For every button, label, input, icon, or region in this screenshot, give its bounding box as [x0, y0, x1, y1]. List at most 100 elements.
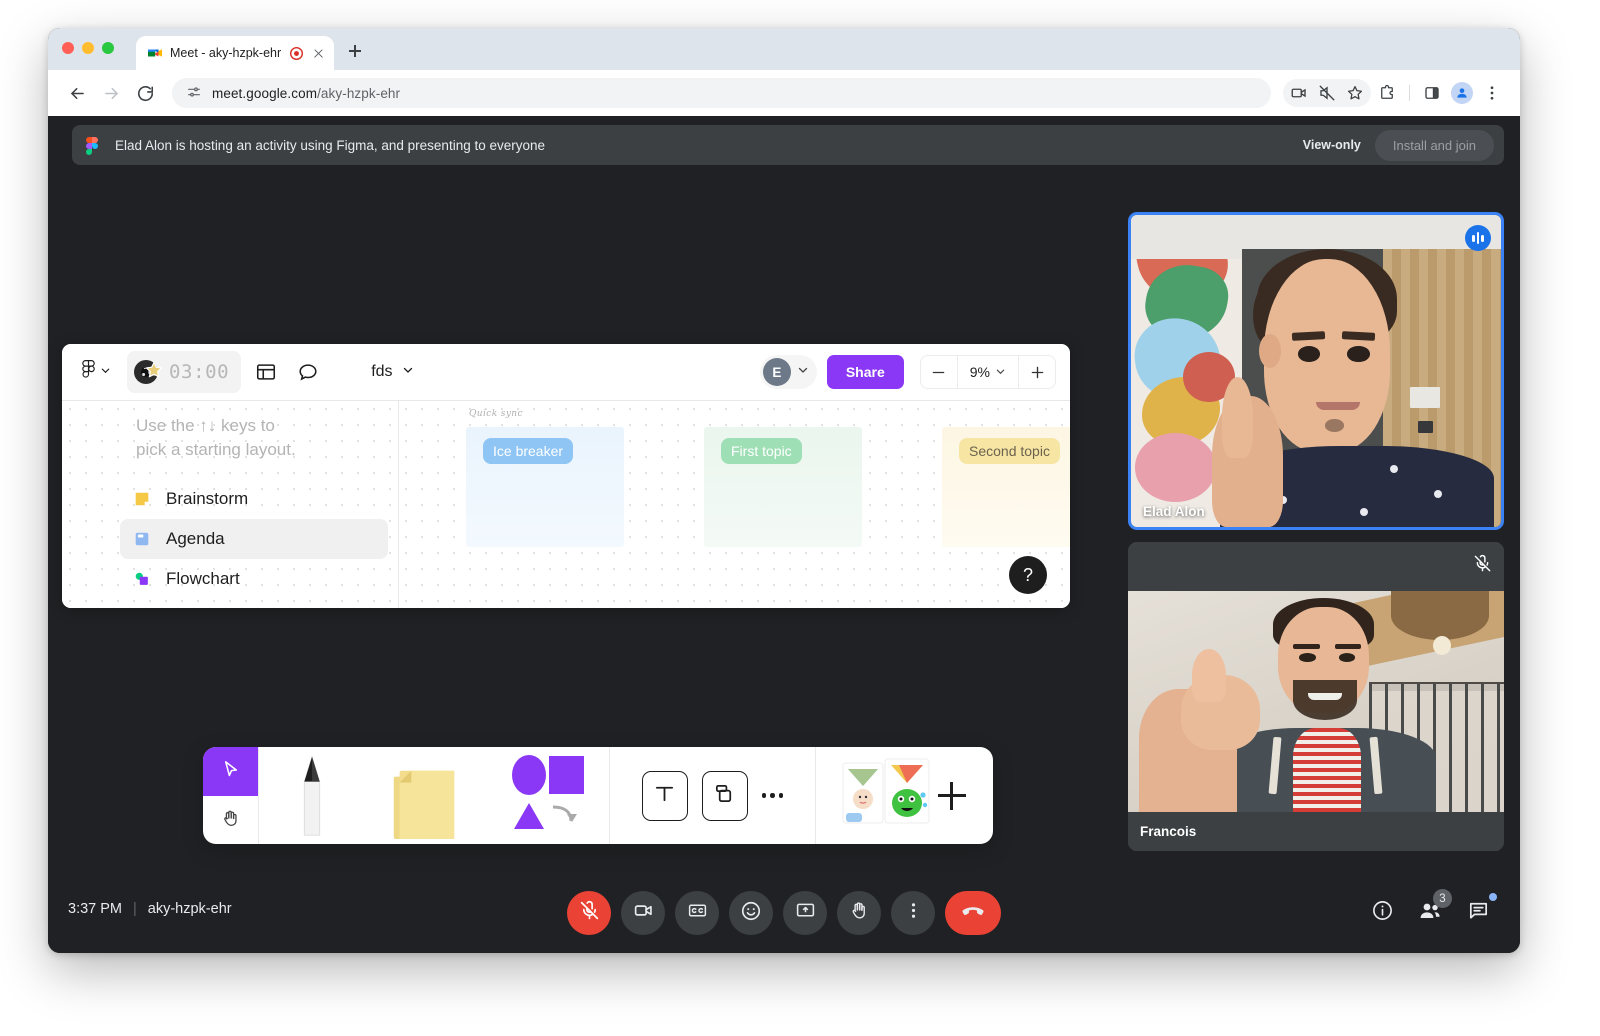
camera-button[interactable]	[621, 891, 665, 935]
raise-hand-button[interactable]	[837, 891, 881, 935]
close-icon[interactable]	[311, 46, 326, 61]
present-button[interactable]	[783, 891, 827, 935]
recording-indicator-icon[interactable]	[289, 46, 304, 61]
media-controls-pill	[1283, 79, 1371, 107]
microphone-button[interactable]	[567, 891, 611, 935]
info-circle-icon	[1371, 899, 1394, 927]
layout-item-flowchart[interactable]: Flowchart	[120, 559, 388, 599]
meeting-code: aky-hzpk-ehr	[147, 901, 232, 917]
captions-button[interactable]	[675, 891, 719, 935]
current-time: 3:37 PM	[68, 901, 122, 917]
layout-item-brainstorm[interactable]: Brainstorm	[120, 479, 388, 519]
browser-tab[interactable]: Meet - aky-hzpk-ehr	[136, 36, 334, 70]
layout-item-label: Flowchart	[166, 569, 240, 588]
flowchart-shapes-icon	[132, 569, 152, 589]
install-and-join-button[interactable]: Install and join	[1374, 129, 1494, 161]
mic-off-icon	[579, 900, 600, 926]
separator: |	[133, 901, 137, 917]
activity-notification-message: Elad Alon is hosting an activity using F…	[115, 137, 546, 153]
stickers-icon[interactable]	[841, 757, 933, 834]
minimize-window-button[interactable]	[82, 42, 94, 54]
bookmark-star-icon[interactable]	[1341, 79, 1369, 107]
layout-item-bug-bash[interactable]: Bug bash	[120, 599, 388, 608]
meeting-info-left: 3:37 PM | aky-hzpk-ehr	[68, 901, 232, 917]
shapes-icon	[505, 751, 589, 840]
reload-icon[interactable]	[130, 78, 160, 108]
activity-notification-bar: Elad Alon is hosting an activity using F…	[72, 125, 1504, 165]
agenda-column-second-topic[interactable]: Second topic	[942, 427, 1070, 547]
panel-divider	[398, 401, 399, 608]
meet-panel-controls: 3	[1360, 889, 1500, 935]
address-bar[interactable]: meet.google.com/aky-hzpk-ehr	[172, 78, 1271, 108]
reactions-button[interactable]	[729, 891, 773, 935]
figma-toolbar-right: E Share 9%	[759, 355, 1056, 389]
layout-panel-icon[interactable]	[249, 355, 283, 389]
participants-count-badge: 3	[1433, 889, 1452, 908]
chat-unread-dot	[1489, 893, 1497, 901]
view-only-label: View-only	[1302, 138, 1361, 152]
forward-arrow-icon[interactable]	[96, 78, 126, 108]
hand-tool[interactable]	[203, 796, 258, 844]
participant-tile-francois[interactable]: Francois	[1128, 542, 1504, 851]
plus-icon[interactable]	[935, 779, 969, 813]
figma-file-name-button[interactable]: fds	[371, 363, 413, 381]
back-arrow-icon[interactable]	[62, 78, 92, 108]
figma-menu-button[interactable]	[76, 360, 117, 384]
zoom-level-dropdown[interactable]: 9%	[956, 356, 1019, 388]
more-tools[interactable]	[761, 793, 784, 798]
text-tool[interactable]	[641, 770, 688, 821]
zoom-control-group: 9%	[919, 355, 1056, 389]
sticky-note-icon	[132, 489, 152, 509]
participants-button[interactable]: 3	[1408, 889, 1452, 935]
zoom-in-button[interactable]	[1019, 356, 1055, 388]
url-host: meet.google.com	[212, 85, 318, 101]
more-options-button[interactable]	[891, 891, 935, 935]
zoom-out-button[interactable]	[921, 356, 957, 388]
comment-bubble-icon[interactable]	[291, 355, 325, 389]
sticky-note-tool[interactable]	[364, 747, 484, 844]
speaking-indicator-icon	[1465, 225, 1491, 251]
agenda-column-title: First topic	[721, 438, 802, 464]
screen-share-icon[interactable]	[1285, 79, 1313, 107]
agenda-column-title: Ice breaker	[483, 438, 574, 464]
section-tool[interactable]	[701, 770, 748, 821]
new-tab-icon[interactable]	[344, 40, 366, 62]
url-path: /aky-hzpk-ehr	[317, 85, 401, 101]
layout-item-agenda[interactable]: Agenda	[120, 519, 388, 559]
figma-canvas[interactable]: Use the ↑↓ keys to pick a starting layou…	[62, 401, 1070, 608]
side-panel-icon[interactable]	[1418, 79, 1446, 107]
participant-tile-elad-alon[interactable]: Elad Alon	[1128, 212, 1504, 530]
emoji-smiley-icon	[740, 900, 762, 927]
figma-collaborators-button[interactable]: E	[759, 355, 817, 389]
move-cursor-tool[interactable]	[203, 747, 258, 796]
layout-picker-hint-line1: Use the ↑↓ keys to	[136, 416, 275, 435]
browser-menu-icon[interactable]	[1478, 79, 1506, 107]
agenda-column-ice-breaker[interactable]: Ice breaker	[466, 427, 624, 547]
maximize-window-button[interactable]	[102, 42, 114, 54]
participant-name: Francois	[1140, 824, 1197, 839]
profile-avatar-icon[interactable]	[1448, 79, 1476, 107]
layout-item-label: Brainstorm	[166, 489, 249, 508]
pen-tool[interactable]	[259, 747, 364, 844]
site-settings-icon[interactable]	[186, 84, 202, 103]
cursor-arrow-icon	[219, 758, 242, 786]
share-button[interactable]: Share	[826, 355, 904, 389]
figma-logo-icon	[82, 360, 95, 384]
layout-item-label: Agenda	[166, 529, 225, 548]
hangup-phone-icon	[960, 898, 986, 929]
extensions-icon[interactable]	[1373, 79, 1401, 107]
address-bar-url: meet.google.com/aky-hzpk-ehr	[212, 86, 400, 101]
shapes-tool[interactable]	[484, 747, 609, 844]
chat-button[interactable]	[1456, 891, 1500, 935]
board-label: Quick sync	[469, 409, 523, 419]
meeting-details-button[interactable]	[1360, 891, 1404, 935]
mute-site-icon[interactable]	[1313, 79, 1341, 107]
activity-timer[interactable]: 03:00	[127, 351, 242, 393]
agenda-column-first-topic[interactable]: First topic	[704, 427, 862, 547]
leave-call-button[interactable]	[945, 891, 1001, 935]
meet-call-controls	[567, 891, 1001, 935]
browser-toolbar: meet.google.com/aky-hzpk-ehr	[48, 70, 1520, 116]
close-window-button[interactable]	[62, 42, 74, 54]
browser-tabstrip: Meet - aky-hzpk-ehr	[48, 28, 1520, 70]
help-button[interactable]: ?	[1009, 556, 1047, 594]
